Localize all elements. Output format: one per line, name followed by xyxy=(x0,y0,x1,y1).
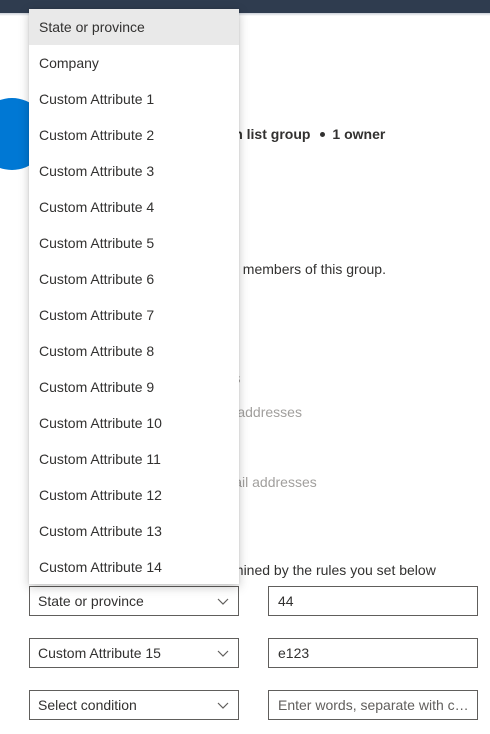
attribute-value-input-1[interactable]: 44 xyxy=(268,586,478,616)
chevron-down-icon xyxy=(217,598,229,605)
attribute-select-2-value: Custom Attribute 15 xyxy=(38,645,161,661)
owner-count: 1 owner xyxy=(332,126,386,142)
dropdown-option-custom-attribute-6[interactable]: Custom Attribute 6 xyxy=(29,261,239,297)
dropdown-option-custom-attribute-5[interactable]: Custom Attribute 5 xyxy=(29,225,239,261)
dropdown-option-custom-attribute-12[interactable]: Custom Attribute 12 xyxy=(29,477,239,513)
chevron-down-icon xyxy=(217,702,229,709)
condition-value-input-3[interactable]: Enter words, separate with co... xyxy=(268,690,478,720)
attribute-select-1-value: State or province xyxy=(38,593,144,609)
condition-select-3[interactable]: Select condition xyxy=(29,690,239,720)
owner-separator-dot xyxy=(320,131,326,137)
dropdown-option-custom-attribute-14[interactable]: Custom Attribute 14 xyxy=(29,549,239,584)
dropdown-option-custom-attribute-10[interactable]: Custom Attribute 10 xyxy=(29,405,239,441)
dropdown-option-state-or-province[interactable]: State or province xyxy=(29,9,239,45)
attribute-value-input-2-text: e123 xyxy=(278,645,310,661)
attribute-select-1[interactable]: State or province xyxy=(29,586,239,616)
dropdown-option-custom-attribute-1[interactable]: Custom Attribute 1 xyxy=(29,81,239,117)
dropdown-option-custom-attribute-4[interactable]: Custom Attribute 4 xyxy=(29,189,239,225)
attribute-value-input-2[interactable]: e123 xyxy=(268,638,478,668)
dropdown-option-custom-attribute-8[interactable]: Custom Attribute 8 xyxy=(29,333,239,369)
condition-select-3-value: Select condition xyxy=(38,697,137,713)
dropdown-option-custom-attribute-9[interactable]: Custom Attribute 9 xyxy=(29,369,239,405)
dropdown-option-company[interactable]: Company xyxy=(29,45,239,81)
dropdown-option-custom-attribute-2[interactable]: Custom Attribute 2 xyxy=(29,117,239,153)
chevron-down-icon xyxy=(217,650,229,657)
attribute-select-2[interactable]: Custom Attribute 15 xyxy=(29,638,239,668)
attribute-value-input-1-text: 44 xyxy=(278,593,294,609)
attribute-dropdown-list[interactable]: State or province Company Custom Attribu… xyxy=(29,9,239,584)
dropdown-option-custom-attribute-3[interactable]: Custom Attribute 3 xyxy=(29,153,239,189)
dropdown-option-custom-attribute-11[interactable]: Custom Attribute 11 xyxy=(29,441,239,477)
dropdown-option-custom-attribute-7[interactable]: Custom Attribute 7 xyxy=(29,297,239,333)
dropdown-option-custom-attribute-13[interactable]: Custom Attribute 13 xyxy=(29,513,239,549)
condition-value-input-3-placeholder: Enter words, separate with co... xyxy=(278,697,469,713)
